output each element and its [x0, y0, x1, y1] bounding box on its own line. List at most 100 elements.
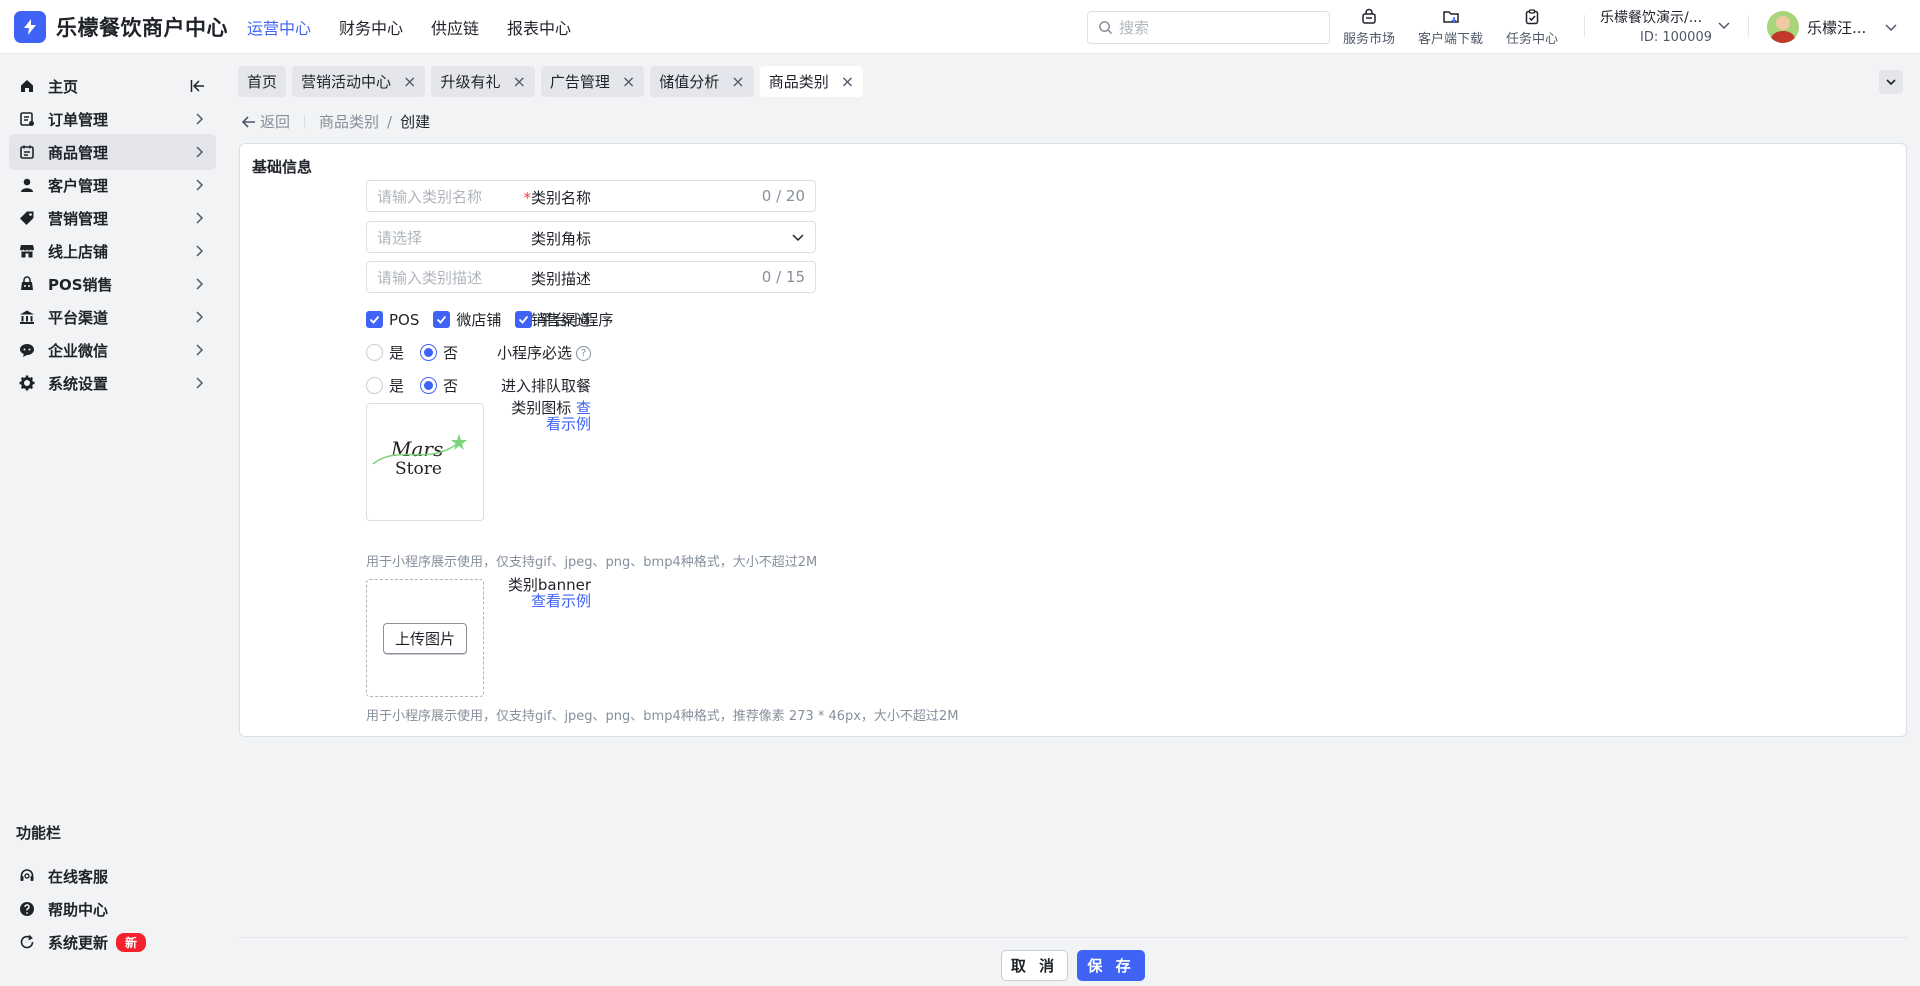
checkbox-checked-icon [515, 311, 533, 328]
tab-label: 首页 [247, 73, 278, 91]
tabs-more-button[interactable] [1879, 70, 1903, 94]
chevron-down-icon [1886, 79, 1896, 86]
tool-client-download[interactable]: 客户端下载 [1418, 8, 1483, 47]
queue-label: 进入排队取餐 [500, 377, 591, 395]
sidebar-item-marketing[interactable]: 营销管理 [9, 200, 216, 236]
top-nav: 运营中心 财务中心 供应链 报表中心 [247, 0, 571, 54]
checkbox-checked-icon [433, 311, 451, 328]
checkbox-checked-icon [366, 311, 383, 328]
home-icon [18, 77, 36, 95]
close-icon[interactable]: × [841, 73, 854, 90]
logo-text: Mars [390, 437, 443, 461]
radio-label: 否 [443, 377, 459, 395]
tab-stored-value-analysis[interactable]: 储值分析 × [650, 66, 754, 97]
topnav-finance[interactable]: 财务中心 [339, 15, 403, 39]
mini-required-yes[interactable]: 是 [366, 342, 404, 363]
folder-download-icon [1442, 11, 1459, 24]
queue-no[interactable]: 否 [420, 375, 458, 396]
user-menu[interactable]: 乐檬汪... [1767, 11, 1898, 43]
banner-example-link[interactable]: 查看示例 [508, 593, 591, 609]
sidebar-item-online-store[interactable]: 线上店铺 [9, 233, 216, 269]
radio-selected-icon [420, 344, 438, 361]
refresh-icon [18, 933, 36, 951]
chevron-down-icon[interactable] [1717, 18, 1731, 32]
icon-hint: 用于小程序展示使用，仅支持gif、jpeg、png、bmp4种格式，大小不超过2… [366, 555, 818, 570]
close-icon[interactable]: × [622, 73, 635, 90]
search-icon [1099, 21, 1113, 35]
pos-icon [18, 275, 36, 293]
close-icon[interactable]: × [512, 73, 525, 90]
cancel-button[interactable]: 取 消 [1001, 950, 1068, 981]
radio-selected-icon [420, 377, 438, 394]
channel-wechat-store-checkbox[interactable]: 微店铺 [433, 309, 501, 330]
upload-image-button[interactable]: 上传图片 [382, 622, 467, 654]
sidebar-item-channels[interactable]: 平台渠道 [9, 299, 216, 335]
sidebar-item-orders[interactable]: 订单管理 [9, 101, 216, 137]
tool-label: 任务中心 [1506, 32, 1559, 47]
sidebar-item-customers[interactable]: 客户管理 [9, 167, 216, 203]
sidebar-item-settings[interactable]: 系统设置 [9, 365, 216, 401]
question-icon[interactable]: ? [576, 346, 591, 361]
divider [304, 114, 306, 129]
checkbox-label: POS [389, 310, 420, 329]
tab-marketing-center[interactable]: 营销活动中心 × [292, 66, 426, 97]
tab-home[interactable]: 首页 [238, 66, 287, 97]
order-icon [18, 110, 36, 128]
back-button[interactable]: 返回 [242, 111, 290, 132]
chevron-right-icon [196, 344, 204, 356]
topnav-operations[interactable]: 运营中心 [247, 15, 311, 39]
sidebar-item-label: 线上店铺 [48, 242, 109, 261]
radio-label: 是 [389, 344, 405, 362]
sidebar-item-pos[interactable]: POS销售 [9, 266, 216, 302]
close-icon[interactable]: × [403, 73, 416, 90]
section-title: 基础信息 [252, 158, 313, 176]
char-counter: 0 / 20 [761, 187, 805, 205]
tab-label: 储值分析 [659, 73, 720, 91]
tool-service-market[interactable]: 服务市场 [1343, 8, 1395, 47]
topnav-supply-chain[interactable]: 供应链 [431, 15, 479, 39]
close-icon[interactable]: × [731, 73, 744, 90]
sidebar-item-online-service[interactable]: 在线客服 [9, 858, 216, 894]
channel-pos-checkbox[interactable]: POS [366, 311, 419, 329]
breadcrumb-parent[interactable]: 商品类别 [319, 111, 379, 132]
brand[interactable]: 乐檬餐饮商户中心 [14, 11, 228, 43]
footer-divider [239, 937, 1907, 938]
merchant-id: ID: 100009 [1640, 30, 1712, 45]
collapse-sidebar-icon[interactable] [190, 79, 206, 93]
save-button[interactable]: 保 存 [1077, 950, 1145, 981]
radio-icon [366, 377, 383, 394]
search-input[interactable]: 搜索 [1087, 11, 1330, 44]
bank-icon [18, 308, 36, 326]
page-tabs: 首页 营销活动中心 × 升级有礼 × 广告管理 × 储值分析 × 商品类别 × [238, 66, 864, 97]
queue-yes[interactable]: 是 [366, 375, 404, 396]
mini-required-label: 小程序必选? [497, 342, 591, 363]
divider [1584, 15, 1585, 37]
merchant-switcher[interactable]: 乐檬餐饮演示/... ID: 100009 [1600, 7, 1734, 45]
sidebar-item-home[interactable]: 主页 [9, 68, 216, 104]
tool-task-center[interactable]: 任务中心 [1506, 8, 1558, 47]
divider [1748, 15, 1749, 37]
category-name-input[interactable]: 请输入类别名称 0 / 20 [366, 180, 816, 212]
tab-upgrade-gift[interactable]: 升级有礼 × [431, 66, 535, 97]
category-corner-select[interactable]: 请选择 [366, 221, 816, 253]
chevron-right-icon [196, 179, 204, 191]
category-icon-image[interactable]: Mars Store [366, 403, 484, 521]
headset-icon [18, 867, 36, 885]
queue-group: 是 否 [366, 375, 458, 396]
sidebar-item-label: 系统设置 [48, 374, 109, 393]
banner-upload-area[interactable]: 上传图片 [366, 579, 484, 697]
sidebar-item-help-center[interactable]: 帮助中心 [9, 891, 216, 927]
topnav-reports[interactable]: 报表中心 [507, 15, 571, 39]
tab-ad-management[interactable]: 广告管理 × [540, 66, 645, 97]
char-counter: 0 / 15 [761, 268, 805, 286]
mars-store-logo: Mars Store [372, 434, 467, 479]
category-icon-label: 类别图标 查看示例 [499, 400, 591, 432]
sales-channel-group: POS 微店铺 平台小程序 [366, 309, 613, 330]
category-desc-input[interactable]: 请输入类别描述 0 / 15 [366, 261, 816, 293]
sidebar-item-wecom[interactable]: 企业微信 [9, 332, 216, 368]
tab-goods-category[interactable]: 商品类别 × [759, 66, 864, 97]
channel-mini-program-checkbox[interactable]: 平台小程序 [515, 309, 613, 330]
sidebar-item-system-update[interactable]: 系统更新 新 [9, 924, 216, 960]
mini-required-no[interactable]: 否 [420, 342, 458, 363]
sidebar-item-goods[interactable]: 商品管理 [9, 134, 216, 170]
